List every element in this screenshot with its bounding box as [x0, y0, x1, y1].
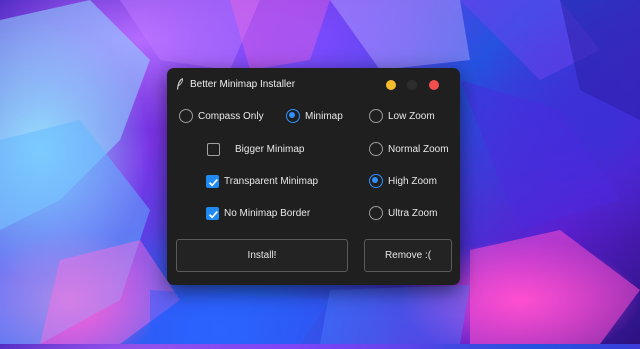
minimize-button[interactable]	[386, 80, 396, 90]
checkmark-icon	[208, 210, 218, 219]
install-button[interactable]: Install!	[176, 239, 348, 272]
radio-label: Compass Only	[198, 110, 264, 122]
radio-ultra-zoom[interactable]: Ultra Zoom	[369, 203, 437, 223]
radio-circle-icon[interactable]	[369, 109, 383, 123]
checkbox-label: Transparent Minimap	[224, 175, 319, 187]
checkbox-transparent-minimap[interactable]: Transparent Minimap	[206, 171, 318, 191]
radio-label: Ultra Zoom	[388, 207, 438, 219]
title-bar[interactable]: Better Minimap Installer	[167, 68, 460, 102]
installer-window: Better Minimap Installer Compass Only Mi…	[167, 68, 460, 285]
checkbox-no-minimap-border[interactable]: No Minimap Border	[206, 203, 310, 223]
radio-minimap[interactable]: Minimap	[286, 106, 343, 126]
maximize-button[interactable]	[407, 80, 417, 90]
checkbox-checked-icon[interactable]	[206, 206, 219, 220]
close-button[interactable]	[429, 80, 439, 90]
checkbox-bigger-minimap[interactable]: Bigger Minimap	[207, 139, 304, 159]
radio-low-zoom[interactable]: Low Zoom	[369, 106, 435, 126]
radio-label: Normal Zoom	[388, 143, 449, 155]
radio-circle-icon[interactable]	[369, 206, 383, 220]
checkbox-label: No Minimap Border	[224, 207, 311, 219]
radio-high-zoom[interactable]: High Zoom	[369, 171, 437, 191]
radio-label: High Zoom	[388, 175, 437, 187]
checkbox-label: Bigger Minimap	[235, 143, 305, 155]
remove-button[interactable]: Remove :(	[364, 239, 452, 272]
feather-icon	[176, 78, 184, 90]
radio-compass-only[interactable]: Compass Only	[179, 106, 264, 126]
radio-circle-icon[interactable]	[179, 109, 193, 123]
radio-label: Low Zoom	[388, 110, 435, 122]
radio-selected-icon[interactable]	[369, 174, 383, 188]
checkmark-icon	[208, 178, 218, 187]
radio-label: Minimap	[305, 110, 343, 122]
checkbox-checked-icon[interactable]	[206, 174, 219, 188]
radio-circle-icon[interactable]	[369, 142, 383, 156]
window-title: Better Minimap Installer	[190, 79, 296, 90]
radio-selected-icon[interactable]	[286, 109, 300, 123]
radio-normal-zoom[interactable]: Normal Zoom	[369, 139, 449, 159]
checkbox-unchecked-icon[interactable]	[207, 142, 220, 156]
